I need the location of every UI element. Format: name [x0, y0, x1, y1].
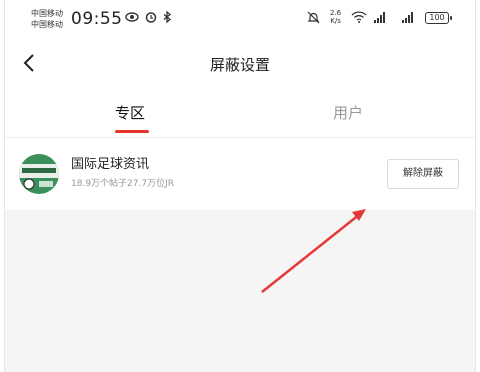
carrier-1: 中国移动	[31, 9, 63, 18]
active-tab-indicator	[115, 130, 149, 133]
list-item: 国际足球资讯 18.9万个帖子27.7万位JR 解除屏蔽	[5, 138, 475, 210]
carrier-2: 中国移动	[31, 20, 63, 29]
battery-icon: 100	[425, 12, 452, 24]
alarm-icon	[145, 11, 157, 26]
nav-header: 屏蔽设置	[5, 44, 475, 84]
carrier-info: 中国移动 中国移动	[31, 8, 63, 30]
tab-user[interactable]: 用户	[333, 102, 363, 123]
network-speed: 2.6 K/s	[330, 9, 342, 25]
signal-2-icon	[399, 11, 415, 26]
zone-avatar	[19, 154, 59, 194]
unblock-button[interactable]: 解除屏蔽	[387, 159, 459, 189]
page-title: 屏蔽设置	[209, 56, 270, 74]
zone-name: 国际足球资讯	[71, 157, 150, 172]
wifi-icon	[351, 11, 367, 26]
signal-1-icon	[371, 11, 387, 26]
screen: 中国移动 中国移动 09:55 2.6 K/s 100 屏蔽设置 专区 用户 国…	[4, 0, 476, 372]
eye-icon	[125, 11, 139, 25]
mute-bell-icon	[307, 11, 320, 27]
tab-zone[interactable]: 专区	[115, 102, 145, 123]
zone-stats: 18.9万个帖子27.7万位JR	[71, 179, 174, 189]
bluetooth-icon	[163, 10, 172, 27]
empty-area	[5, 210, 475, 372]
status-bar: 中国移动 中国移动 09:55 2.6 K/s 100	[5, 0, 475, 40]
tab-bar: 专区 用户	[5, 92, 475, 138]
status-time: 09:55	[71, 9, 123, 29]
